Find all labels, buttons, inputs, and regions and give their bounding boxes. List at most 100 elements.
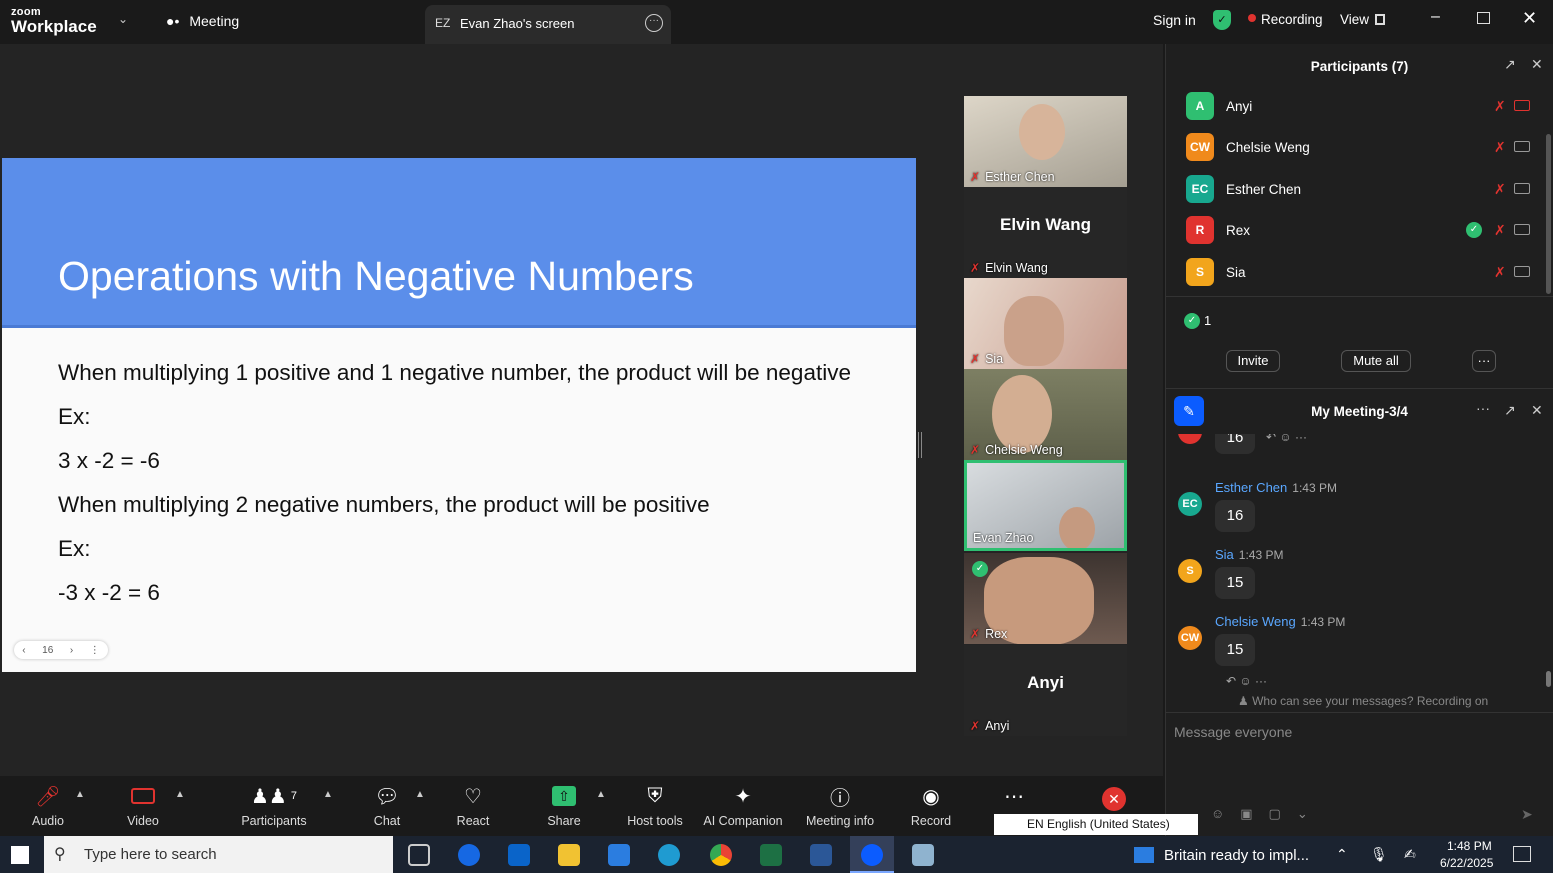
minimize-icon[interactable]: – <box>1431 8 1440 26</box>
audio-button[interactable]: 🎤︎ Audio <box>3 776 93 829</box>
language-select[interactable]: EN English (United States) <box>994 814 1198 835</box>
chat-messages[interactable]: 16 ↶ ☺ ··· EC Esther Chen 1:43 PM 16 S Si… <box>1166 434 1553 688</box>
chat-input[interactable]: Message everyone <box>1174 724 1292 740</box>
chat-scrollbar[interactable] <box>1546 671 1551 687</box>
video-options-caret[interactable]: ▲ <box>175 789 185 800</box>
video-tile-name: ✗ Sia <box>970 352 1004 366</box>
video-icon[interactable] <box>1514 224 1530 235</box>
close-window-icon[interactable]: ✕ <box>1522 8 1537 29</box>
participant-row[interactable]: R Rex ✓ ✗ <box>1186 216 1536 246</box>
react-button[interactable]: ♡ React <box>428 776 518 829</box>
video-tile-evan-active-speaker[interactable]: Evan Zhao <box>964 460 1127 551</box>
invite-button[interactable]: Invite <box>1226 350 1280 372</box>
video-icon[interactable] <box>1514 183 1530 194</box>
video-button[interactable]: Video <box>98 776 188 828</box>
microphone-icon[interactable]: 🎙︎ <box>1370 846 1388 863</box>
tab-meeting[interactable]: ●• Meeting <box>166 13 239 29</box>
mic-muted-icon[interactable]: ✗ <box>1494 181 1506 198</box>
end-meeting-icon[interactable]: ✕ <box>1102 787 1126 811</box>
pop-out-icon[interactable]: ↗ <box>1504 402 1516 419</box>
chat-options-caret[interactable]: ▲ <box>415 789 425 800</box>
clock-date[interactable]: 6/22/2025 <box>1440 856 1493 870</box>
chevron-down-icon[interactable]: ⌄ <box>118 12 128 26</box>
video-icon[interactable] <box>1514 266 1530 277</box>
resize-handle[interactable] <box>918 432 922 458</box>
task-view-icon[interactable] <box>408 844 430 866</box>
news-widget[interactable]: Britain ready to impl... <box>1164 847 1309 864</box>
file-explorer-icon[interactable] <box>558 844 580 866</box>
chat-more-icon[interactable]: ··· <box>1476 400 1490 416</box>
restore-icon[interactable] <box>1477 12 1490 24</box>
participant-row[interactable]: S Sia ✗ <box>1186 258 1536 288</box>
chevron-up-icon[interactable]: ⌃ <box>1336 846 1348 863</box>
chat-input-tools[interactable]: ☺▣▢⌄ <box>1211 806 1324 822</box>
participants-more-icon[interactable]: ··· <box>1472 350 1496 372</box>
news-icon[interactable] <box>1134 847 1154 863</box>
more-options-icon[interactable]: ··· <box>645 14 663 32</box>
sign-in-button[interactable]: Sign in <box>1153 12 1196 28</box>
mic-muted-icon[interactable]: ✗ <box>1494 98 1506 115</box>
slide-navigator[interactable]: ‹ 16 › ⋮ <box>14 641 108 659</box>
teamviewer-icon[interactable] <box>458 844 480 866</box>
video-tile-esther[interactable]: ✗ Esther Chen <box>964 96 1127 187</box>
windows-start-icon[interactable] <box>11 846 29 864</box>
slide-more-icon[interactable]: ⋮ <box>90 645 100 656</box>
video-tile-rex[interactable]: ✓ ✗ Rex <box>964 553 1127 644</box>
chat-notice[interactable]: ♟ Who can see your messages? Recording o… <box>1238 694 1488 708</box>
taskbar-search[interactable]: ⚲ Type here to search <box>44 836 393 873</box>
pen-icon[interactable]: ✍︎ <box>1404 846 1416 863</box>
close-panel-icon[interactable]: ✕ <box>1531 56 1543 73</box>
app-icon[interactable] <box>912 844 934 866</box>
participant-row[interactable]: EC Esther Chen ✗ <box>1186 175 1536 205</box>
participants-scrollbar[interactable] <box>1546 134 1551 294</box>
chat-bubble[interactable]: 15 <box>1215 567 1255 599</box>
clock-time[interactable]: 1:48 PM <box>1447 839 1492 853</box>
view-button[interactable]: View <box>1340 12 1369 27</box>
host-tools-button[interactable]: ⛨ Host tools <box>610 776 700 829</box>
mic-muted-icon[interactable]: ✗ <box>1494 222 1506 239</box>
mic-muted-icon[interactable]: ✗ <box>1494 264 1506 281</box>
excel-icon[interactable] <box>760 844 782 866</box>
participant-row[interactable]: CW Chelsie Weng ✗ <box>1186 133 1536 163</box>
reply-react-more-icons[interactable]: ↶ ☺ ··· <box>1226 674 1267 688</box>
video-tile-sia[interactable]: ✗ Sia <box>964 278 1127 369</box>
share-button[interactable]: ⇧ Share <box>519 776 609 828</box>
video-tile-elvin[interactable]: Elvin Wang ✗ Elvin Wang <box>964 187 1127 278</box>
more-button[interactable]: ⋯ <box>969 776 1059 816</box>
participants-options-caret[interactable]: ▲ <box>323 789 333 800</box>
recording-indicator[interactable]: Recording <box>1261 12 1323 27</box>
participants-button[interactable]: ♟♟ 7 Participants <box>229 776 319 829</box>
chat-bubble[interactable]: 16 <box>1215 434 1255 454</box>
chat-bubble[interactable]: 16 <box>1215 500 1255 532</box>
notification-icon[interactable] <box>1513 846 1531 862</box>
pop-out-icon[interactable]: ↗ <box>1504 56 1516 73</box>
audio-options-caret[interactable]: ▲ <box>75 789 85 800</box>
prev-slide-icon[interactable]: ‹ <box>22 645 25 656</box>
edge-icon[interactable] <box>658 844 680 866</box>
avatar: EC <box>1178 492 1202 516</box>
chat-bubble[interactable]: 15 <box>1215 634 1255 666</box>
word-icon[interactable] <box>810 844 832 866</box>
participant-row[interactable]: A Anyi ✗ <box>1186 92 1536 122</box>
meeting-info-button[interactable]: ⓘ Meeting info <box>795 776 885 829</box>
send-icon[interactable]: ➤ <box>1521 806 1533 823</box>
ai-companion-button[interactable]: ✦ AI Companion <box>698 776 788 829</box>
chat-button[interactable]: 💬︎ Chat <box>342 776 432 829</box>
chrome-icon[interactable] <box>710 844 732 866</box>
mic-muted-icon[interactable]: ✗ <box>1494 139 1506 156</box>
zoom-taskbar-active[interactable] <box>850 836 894 873</box>
video-off-icon[interactable] <box>1514 100 1530 111</box>
close-chat-icon[interactable]: ✕ <box>1531 402 1543 419</box>
next-slide-icon[interactable]: › <box>70 645 73 656</box>
outlook-icon[interactable] <box>508 844 530 866</box>
record-button[interactable]: ◉ Record <box>886 776 976 829</box>
share-options-caret[interactable]: ▲ <box>596 789 606 800</box>
reply-react-more-icons[interactable]: ↶ ☺ ··· <box>1266 434 1307 444</box>
video-tile-anyi[interactable]: Anyi ✗ Anyi <box>964 645 1127 736</box>
store-icon[interactable] <box>608 844 630 866</box>
tab-shared-screen[interactable]: EZ Evan Zhao's screen ··· <box>425 5 671 44</box>
video-tile-chelsie[interactable]: ✗ Chelsie Weng <box>964 369 1127 460</box>
mute-all-button[interactable]: Mute all <box>1341 350 1411 372</box>
video-icon[interactable] <box>1514 141 1530 152</box>
shield-check-icon[interactable]: ✓ <box>1213 10 1231 30</box>
